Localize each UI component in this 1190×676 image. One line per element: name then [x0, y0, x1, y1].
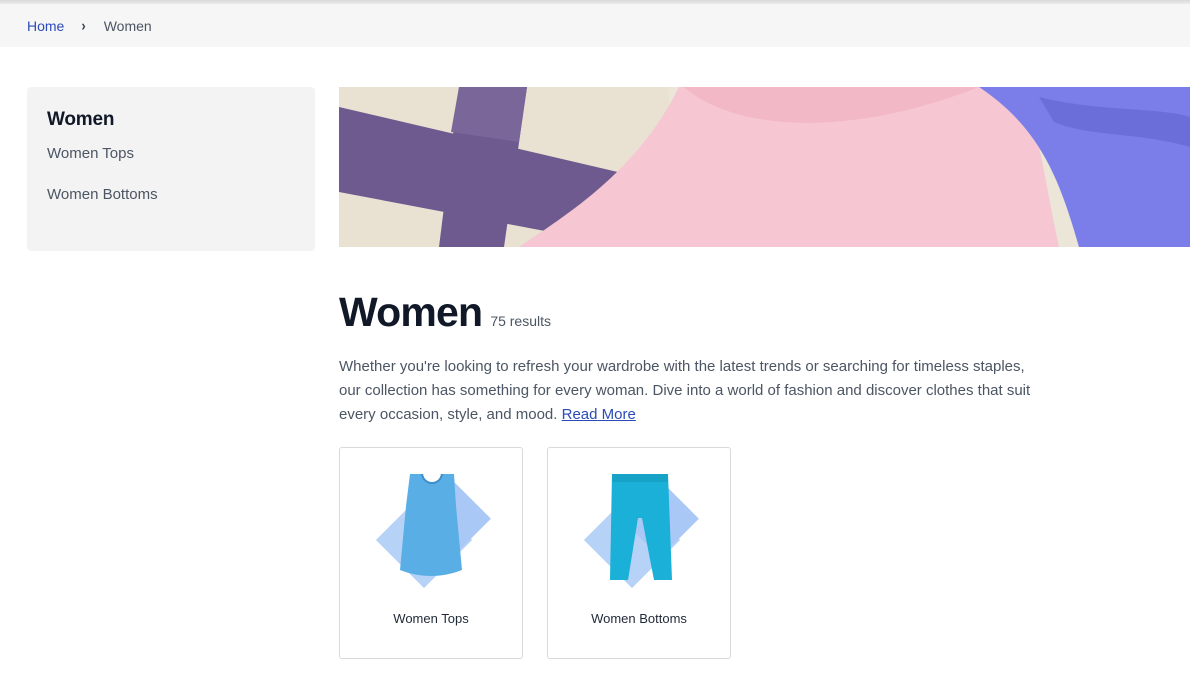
- breadcrumb-home-link[interactable]: Home: [27, 18, 64, 34]
- subcategory-card-women-bottoms[interactable]: Women Bottoms: [547, 447, 731, 659]
- read-more-link[interactable]: Read More: [562, 406, 636, 423]
- breadcrumb: Home › Women: [0, 4, 1190, 47]
- subcategory-card-women-tops[interactable]: Women Tops: [339, 447, 523, 659]
- page-title: Women: [339, 289, 483, 335]
- sidebar-item-women-tops[interactable]: Women Tops: [47, 145, 295, 162]
- shorts-icon: [583, 474, 699, 589]
- breadcrumb-current: Women: [103, 17, 152, 34]
- subcategory-label: Women Bottoms: [591, 611, 687, 626]
- category-banner-image: [339, 87, 1190, 247]
- category-heading: Women 75 results: [339, 289, 551, 336]
- sidebar-item-women-bottoms[interactable]: Women Bottoms: [47, 186, 295, 203]
- description-text: Whether you're looking to refresh your w…: [339, 358, 1031, 423]
- tank-top-icon: [375, 473, 491, 589]
- results-count: 75 results: [490, 313, 552, 329]
- category-sidebar: Women Women Tops Women Bottoms: [27, 87, 315, 251]
- category-description: Whether you're looking to refresh your w…: [339, 355, 1049, 427]
- subcategory-label: Women Tops: [393, 611, 469, 626]
- chevron-right-icon: ›: [81, 17, 86, 34]
- sidebar-title: Women: [47, 109, 115, 130]
